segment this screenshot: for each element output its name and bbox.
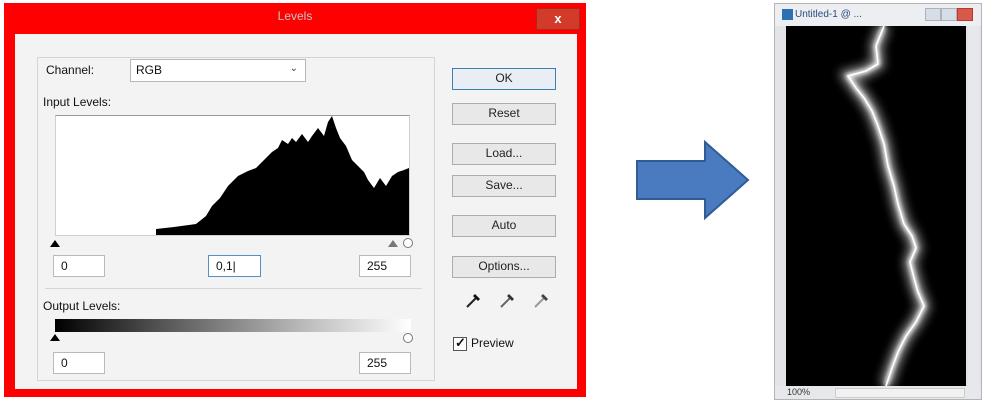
reset-button[interactable]: Reset xyxy=(452,103,556,125)
document-statusbar: 100% xyxy=(775,386,981,399)
ok-button[interactable]: OK xyxy=(452,68,556,90)
channel-value: RGB xyxy=(136,63,163,77)
eyedropper-group xyxy=(464,290,564,312)
options-button[interactable]: Options... xyxy=(452,256,556,278)
check-icon: ✓ xyxy=(455,335,466,350)
levels-dialog: Levels x Channel: RGB ⌄ Input Levels: 0 … xyxy=(4,3,586,397)
output-black-handle[interactable] xyxy=(50,334,60,341)
vertical-scrollbar[interactable] xyxy=(968,26,979,386)
horizontal-scrollbar[interactable] xyxy=(835,388,965,398)
input-white-field[interactable]: 255 xyxy=(359,255,411,277)
chevron-down-icon: ⌄ xyxy=(289,63,298,74)
output-white-handle[interactable] xyxy=(403,333,413,343)
input-black-field[interactable]: 0 xyxy=(53,255,105,277)
lightning-image xyxy=(786,26,966,386)
input-white-point-handle[interactable] xyxy=(403,238,413,248)
minimize-icon[interactable] xyxy=(925,8,941,21)
input-levels-label: Input Levels: xyxy=(43,95,112,109)
save-button[interactable]: Save... xyxy=(452,175,556,197)
channel-select[interactable]: RGB ⌄ xyxy=(130,59,306,82)
input-black-point-handle[interactable] xyxy=(50,240,60,247)
output-black-field[interactable]: 0 xyxy=(53,352,105,374)
black-eyedropper-icon[interactable] xyxy=(464,290,484,310)
channel-label: Channel: xyxy=(43,63,98,77)
dialog-title: Levels xyxy=(277,9,313,23)
histogram-graph xyxy=(156,116,409,235)
zoom-level[interactable]: 100% xyxy=(787,387,810,397)
gray-eyedropper-icon[interactable] xyxy=(498,290,518,310)
maximize-icon[interactable] xyxy=(941,8,957,21)
output-levels-slider[interactable] xyxy=(50,333,413,344)
preview-checkbox[interactable]: ✓ xyxy=(453,335,467,351)
close-icon[interactable] xyxy=(957,8,973,21)
document-window: Untitled-1 @ ... 100% xyxy=(774,3,982,400)
right-arrow-icon xyxy=(636,140,750,220)
document-canvas[interactable] xyxy=(786,26,966,386)
document-title: Untitled-1 @ ... xyxy=(795,9,862,20)
document-titlebar[interactable]: Untitled-1 @ ... xyxy=(775,4,981,26)
output-levels-label: Output Levels: xyxy=(43,299,121,313)
input-gamma-handle[interactable] xyxy=(388,240,398,247)
photoshop-doc-icon xyxy=(782,9,793,20)
white-eyedropper-icon[interactable] xyxy=(532,290,552,310)
close-button[interactable]: x xyxy=(536,8,580,30)
auto-button[interactable]: Auto xyxy=(452,215,556,237)
output-white-field[interactable]: 255 xyxy=(359,352,411,374)
load-button[interactable]: Load... xyxy=(452,143,556,165)
dialog-client-area: Channel: RGB ⌄ Input Levels: 0 0,1| 255 … xyxy=(15,34,577,389)
preview-label: Preview xyxy=(471,336,514,350)
separator xyxy=(45,288,422,289)
histogram xyxy=(55,115,410,236)
input-gamma-field[interactable]: 0,1| xyxy=(208,255,261,277)
output-gradient-bar xyxy=(55,319,411,332)
input-levels-slider[interactable] xyxy=(50,238,413,248)
